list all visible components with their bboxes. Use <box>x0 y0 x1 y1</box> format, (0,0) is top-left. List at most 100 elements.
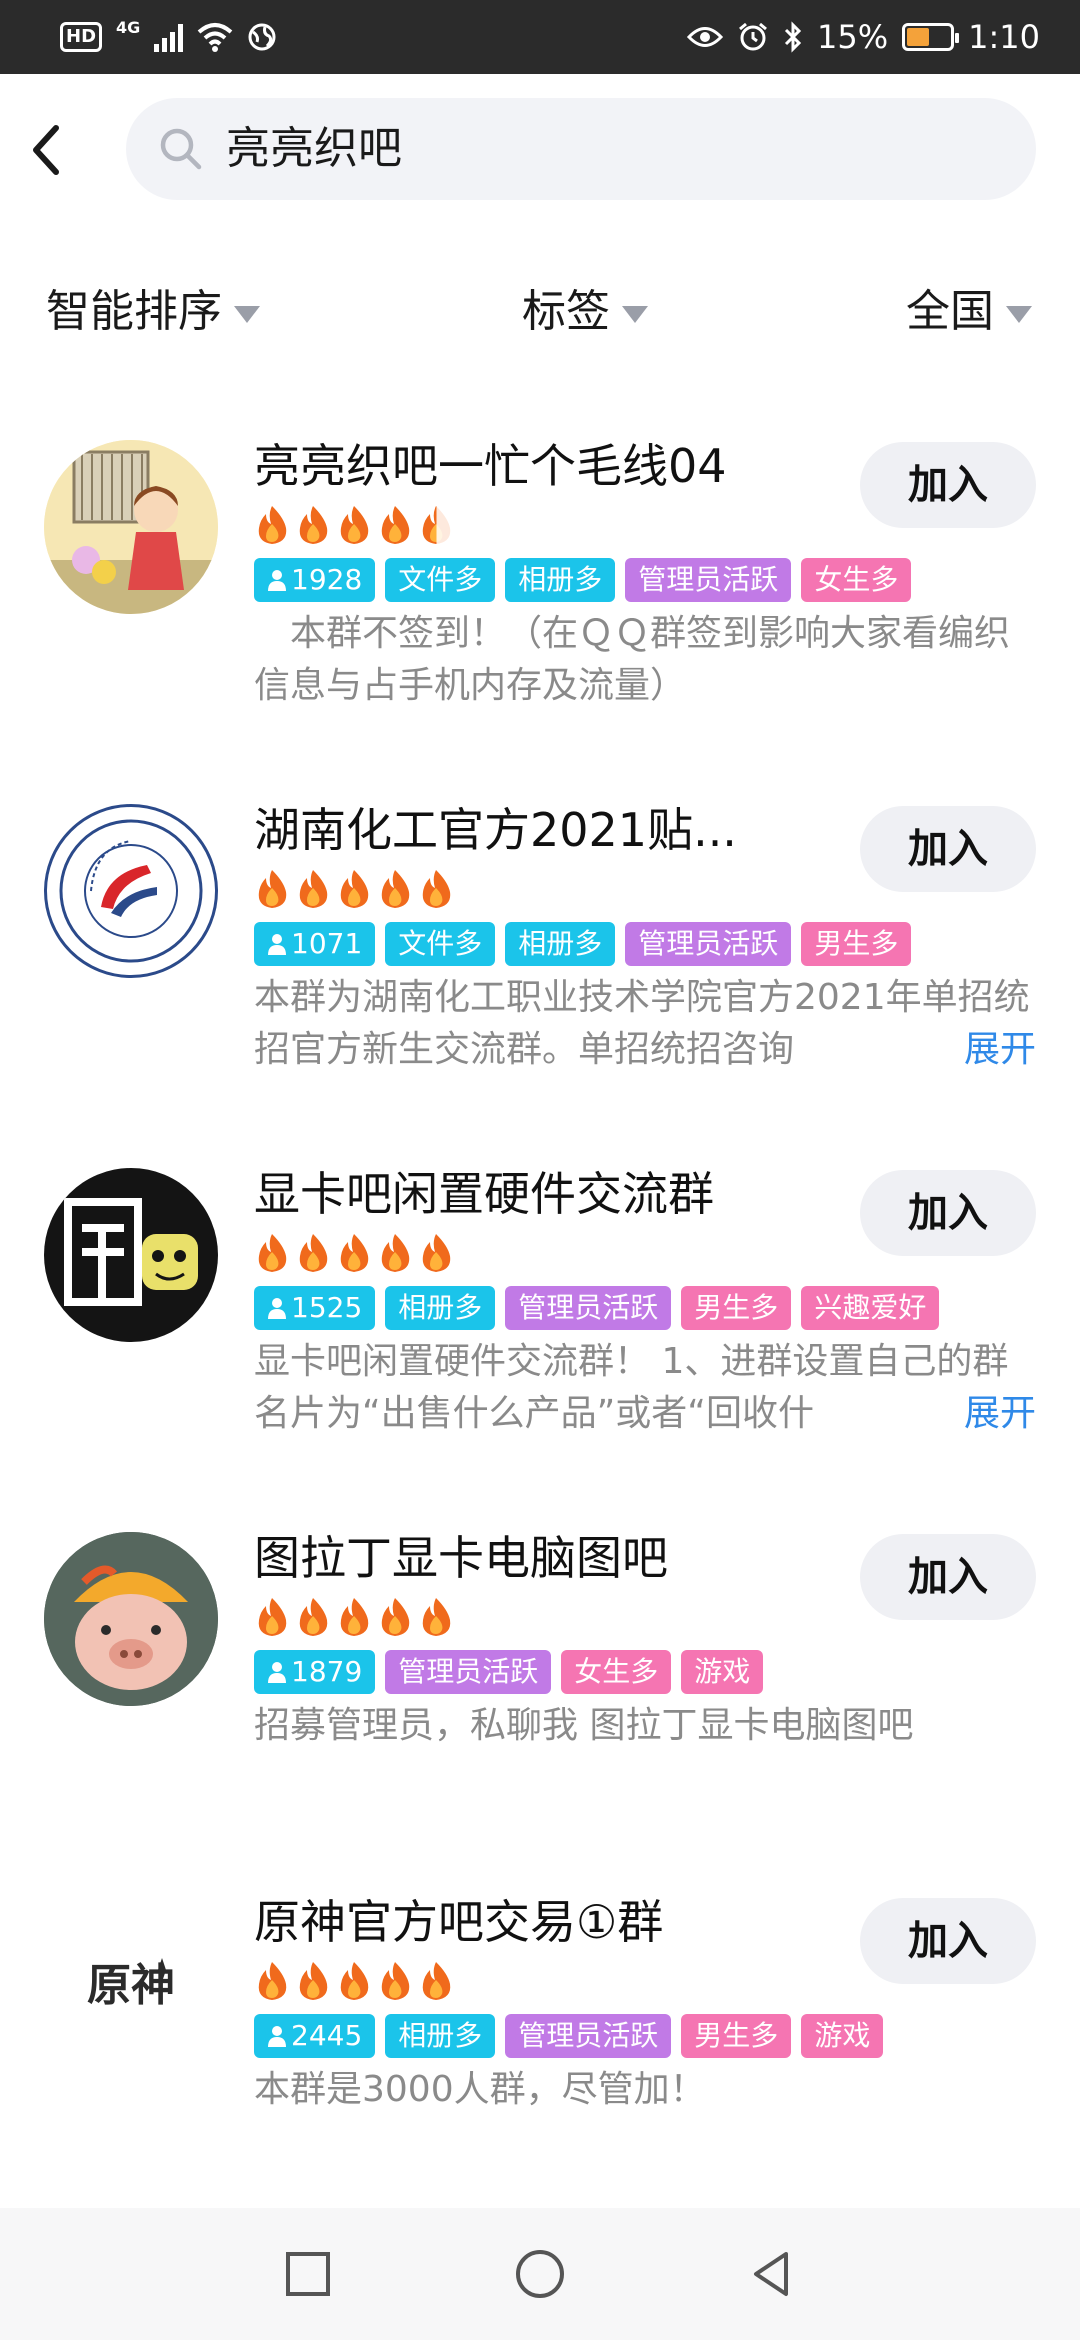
tag-game: 游戏 <box>681 1650 764 1694</box>
tag-gender: 女生多 <box>561 1650 672 1694</box>
search-bar[interactable]: 亮亮织吧 <box>126 98 1036 200</box>
fire-icon <box>258 870 287 908</box>
tag-list: 1525 相册多 管理员活跃 男生多 兴趣爱好 <box>254 1286 940 1330</box>
fire-icon <box>299 870 328 908</box>
tag-gender: 女生多 <box>801 558 912 602</box>
back-arrow-icon[interactable] <box>22 120 72 180</box>
group-avatar <box>44 1168 218 1342</box>
group-avatar <box>44 1532 218 1706</box>
group-name: 湖南化工官方2021贴... <box>254 803 737 857</box>
heat-rating <box>254 1232 455 1274</box>
system-nav-bar <box>0 2208 1080 2340</box>
clock: 1:10 <box>968 18 1040 56</box>
signal-icon <box>154 22 184 52</box>
filter-region-label: 全国 <box>906 286 994 337</box>
tag-gender: 男生多 <box>801 922 912 966</box>
group-item[interactable]: 亮亮织吧一忙个毛线04 加入 1928 文件多 相册多 管理员活跃 女生多 本群… <box>0 436 1080 736</box>
status-left: HD 4G <box>60 16 277 58</box>
fire-icon <box>258 506 287 544</box>
heat-rating <box>254 1960 455 2002</box>
globe-icon <box>248 23 276 51</box>
tag-files: 文件多 <box>385 922 496 966</box>
group-item[interactable]: 原神 原神官方吧交易①群 加入 2445 相册多 管理员活跃 男生多 游戏 本群… <box>0 1892 1080 2132</box>
fire-icon <box>258 1234 287 1272</box>
filter-sort-label: 智能排序 <box>46 286 222 337</box>
fire-icon <box>299 1962 328 2000</box>
hd-indicator: HD <box>60 22 103 52</box>
alarm-icon <box>739 22 767 51</box>
member-count-tag: 2445 <box>254 2014 376 2058</box>
join-button[interactable]: 加入 <box>860 1534 1036 1620</box>
fire-icon <box>381 1962 410 2000</box>
join-button[interactable]: 加入 <box>860 806 1036 892</box>
tag-albums: 相册多 <box>385 1286 496 1330</box>
join-button[interactable]: 加入 <box>860 442 1036 528</box>
group-description: 招募管理员，私聊我 图拉丁显卡电脑图吧 <box>254 1705 914 1746</box>
expand-link[interactable]: 展开 <box>913 1024 1036 1076</box>
fire-icon <box>340 1962 369 2000</box>
tag-game: 游戏 <box>801 2014 884 2058</box>
square-icon[interactable] <box>278 2244 338 2304</box>
filter-tags[interactable]: 标签 <box>522 282 648 342</box>
member-count-tag: 1879 <box>254 1650 376 1694</box>
genshin-logo: 原神 <box>87 1958 175 2011</box>
heat-rating <box>254 1596 455 1638</box>
tag-admin-active: 管理员活跃 <box>625 558 792 602</box>
fire-icon <box>422 504 455 546</box>
tag-files: 文件多 <box>385 558 496 602</box>
fire-icon <box>422 870 451 908</box>
heat-rating <box>254 868 455 910</box>
bluetooth-icon <box>784 21 802 53</box>
status-bar: HD 4G 15% 1:10 <box>0 0 1080 74</box>
battery-icon <box>902 23 960 51</box>
fire-icon <box>299 1234 328 1272</box>
circle-icon[interactable] <box>510 2244 570 2304</box>
tag-albums: 相册多 <box>505 558 616 602</box>
tag-albums: 相册多 <box>385 2014 496 2058</box>
fire-icon <box>340 506 369 544</box>
triangle-back-icon[interactable] <box>742 2244 802 2304</box>
member-count: 1525 <box>291 1291 363 1324</box>
join-button[interactable]: 加入 <box>860 1170 1036 1256</box>
member-count-tag: 1071 <box>254 922 376 966</box>
tag-admin-active: 管理员活跃 <box>625 922 792 966</box>
group-name: 显卡吧闲置硬件交流群 <box>254 1167 714 1221</box>
fire-icon <box>422 1962 451 2000</box>
member-count: 1879 <box>291 1655 363 1688</box>
tag-interest: 兴趣爱好 <box>801 1286 940 1330</box>
fire-icon <box>340 1598 369 1636</box>
wifi-icon <box>197 23 233 52</box>
group-avatar: 原神 <box>44 1896 218 2070</box>
status-right: 15% 1:10 <box>687 16 1040 58</box>
group-avatar <box>44 440 218 614</box>
filter-region[interactable]: 全国 <box>906 282 1032 342</box>
search-icon <box>160 128 202 170</box>
group-item[interactable]: 图拉丁显卡电脑图吧 加入 1879 管理员活跃 女生多 游戏 招募管理员，私聊我… <box>0 1528 1080 1788</box>
join-button[interactable]: 加入 <box>860 1898 1036 1984</box>
fire-icon <box>340 870 369 908</box>
person-icon <box>268 2026 286 2047</box>
group-name: 亮亮织吧一忙个毛线04 <box>254 439 727 493</box>
fire-icon <box>422 1234 451 1272</box>
group-item[interactable]: 显卡吧闲置硬件交流群 加入 1525 相册多 管理员活跃 男生多 兴趣爱好 显卡… <box>0 1164 1080 1464</box>
filter-sort[interactable]: 智能排序 <box>46 282 260 342</box>
tag-gender: 男生多 <box>681 2014 792 2058</box>
fire-icon <box>422 1598 451 1636</box>
fire-icon <box>381 1234 410 1272</box>
group-item[interactable]: 湖南化工官方2021贴... 加入 1071 文件多 相册多 管理员活跃 男生多… <box>0 800 1080 1100</box>
fire-icon <box>258 1598 287 1636</box>
person-icon <box>268 934 286 955</box>
expand-link[interactable]: 展开 <box>913 1388 1036 1440</box>
group-description: 本群是3000人群，尽管加！ <box>254 2069 706 2110</box>
tag-admin-active: 管理员活跃 <box>505 1286 672 1330</box>
member-count: 2445 <box>291 2019 363 2052</box>
tag-albums: 相册多 <box>505 922 616 966</box>
tag-list: 2445 相册多 管理员活跃 男生多 游戏 <box>254 2014 884 2058</box>
person-icon <box>268 570 286 591</box>
fire-icon <box>381 506 410 544</box>
member-count-tag: 1928 <box>254 558 376 602</box>
search-input[interactable]: 亮亮织吧 <box>226 120 402 178</box>
triangle-down-icon <box>234 305 260 323</box>
fire-icon <box>381 870 410 908</box>
filter-tags-label: 标签 <box>522 286 610 337</box>
